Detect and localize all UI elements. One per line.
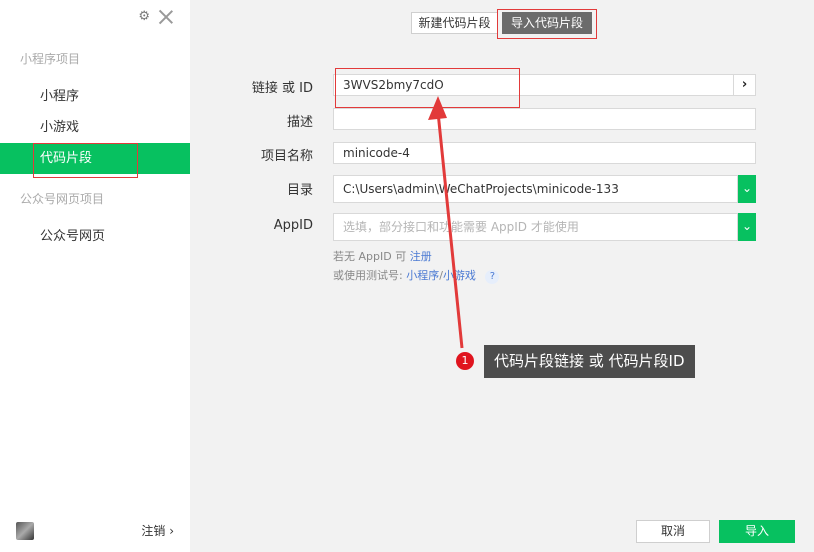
chevron-down-icon[interactable]: ⌄ — [738, 213, 756, 241]
section-title-miniprogram: 小程序项目 — [20, 52, 81, 66]
chevron-right-icon[interactable]: › — [733, 74, 756, 96]
avatar[interactable] — [16, 522, 34, 540]
highlight-box-link-input — [335, 68, 520, 108]
directory-input[interactable]: C:\Users\admin\WeChatProjects\minicode-1… — [333, 175, 738, 203]
project-name-input[interactable]: minicode-4 — [333, 142, 756, 164]
close-icon[interactable] — [158, 9, 174, 25]
dir-label: 目录 — [286, 183, 313, 198]
test-minigame-link[interactable]: 小游戏 — [443, 269, 476, 282]
hint-test-account: 或使用测试号: 小程序/小游戏 ? — [333, 267, 500, 284]
annotation-badge: 1 — [456, 352, 474, 370]
hint-register: 若无 AppID 可 注册 — [333, 248, 432, 264]
link-label: 链接 或 ID — [251, 81, 313, 96]
gear-icon[interactable]: ⚙ — [138, 8, 150, 26]
highlight-box-tab — [497, 9, 597, 39]
appid-label: AppID — [273, 218, 313, 233]
desc-label: 描述 — [286, 115, 313, 130]
appid-input[interactable]: 选填，部分接口和功能需要 AppID 才能使用 — [333, 213, 738, 241]
name-label: 项目名称 — [260, 149, 313, 164]
tab-new-snippet[interactable]: 新建代码片段 — [411, 12, 498, 34]
hint-test-text: 或使用测试号: — [333, 269, 403, 282]
chevron-down-icon[interactable]: ⌄ — [738, 175, 756, 203]
sidebar-footer: 注销 › — [0, 518, 190, 542]
register-link[interactable]: 注册 — [410, 250, 432, 263]
sidebar-toolbar: ⚙ — [138, 8, 174, 26]
logout-button[interactable]: 注销 › — [141, 522, 174, 539]
test-miniprogram-link[interactable]: 小程序 — [406, 269, 439, 282]
hint-no-appid-text: 若无 AppID 可 — [333, 250, 407, 263]
annotation-callout: 代码片段链接 或 代码片段ID — [484, 345, 695, 378]
cancel-button[interactable]: 取消 — [636, 520, 710, 543]
desc-input[interactable] — [333, 108, 756, 130]
help-icon[interactable]: ? — [485, 270, 500, 284]
import-button[interactable]: 导入 — [719, 520, 795, 543]
